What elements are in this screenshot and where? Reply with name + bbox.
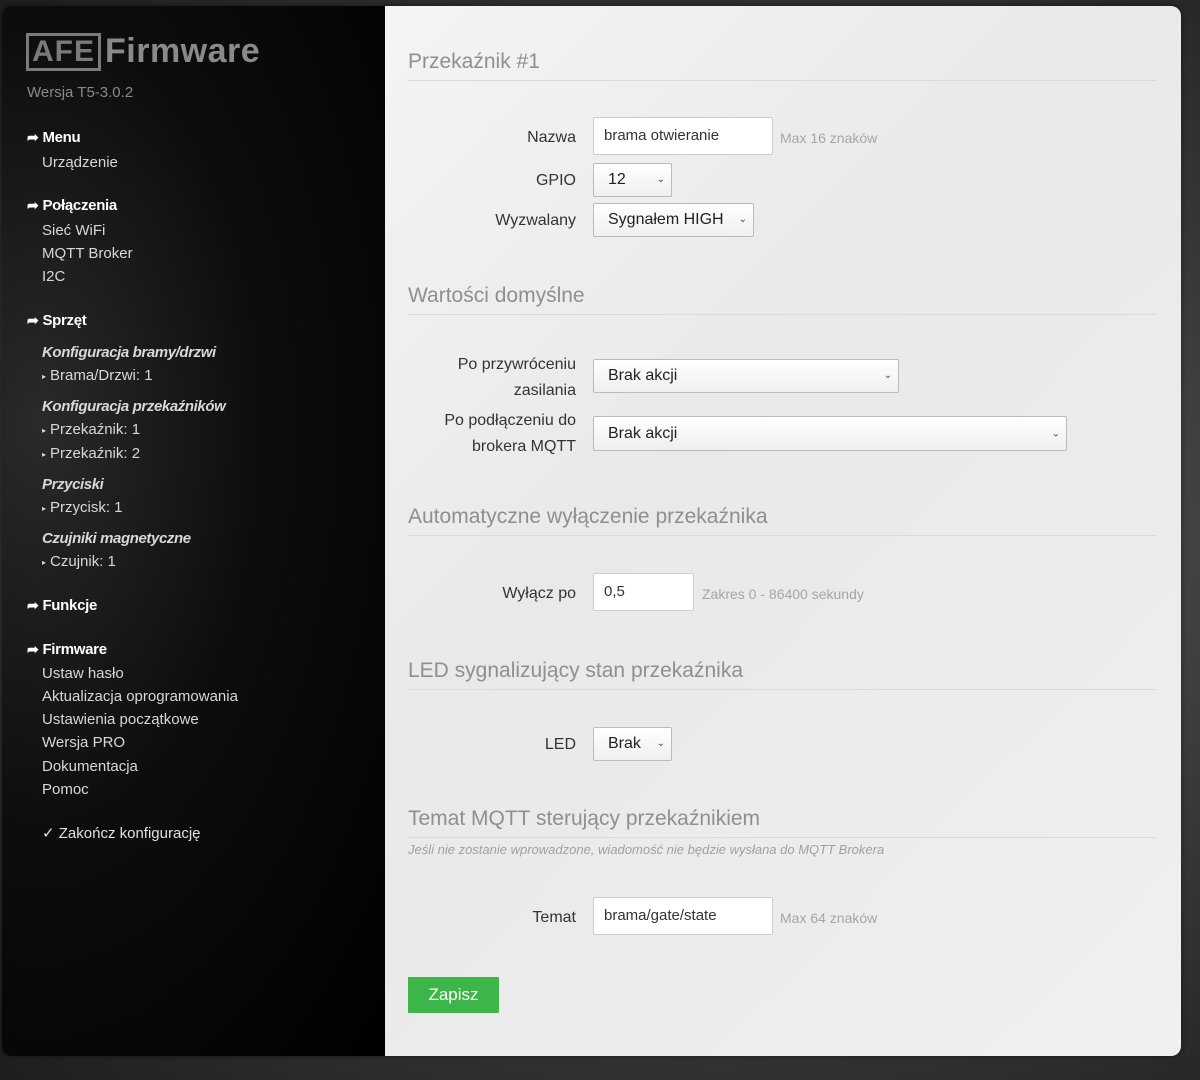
sidebar: AFE Firmware Wersja T5-3.0.2 ➦ Menu Urząd… [2, 6, 385, 1056]
mqtt-connect-select[interactable]: Brak akcji ⌄ [593, 416, 1067, 451]
off-after-label: Wyłącz po [502, 585, 576, 602]
arrow-right-icon: ➦ [27, 312, 39, 328]
chevron-down-icon: ⌄ [1051, 428, 1060, 439]
topic-hint: Max 64 znaków [780, 910, 878, 926]
sidebar-item-relay-2[interactable]: ▸ Przekaźnik: 2 [42, 445, 140, 462]
arrow-right-icon: ➦ [27, 129, 39, 145]
sidebar-item-docs[interactable]: Dokumentacja [42, 758, 138, 775]
version-label: Wersja T5-3.0.2 [27, 84, 134, 101]
sidebar-sub-sensors: Czujniki magnetyczne [42, 530, 191, 547]
sidebar-sub-buttons: Przyciski [42, 476, 104, 493]
sidebar-item-update[interactable]: Aktualizacja oprogramowania [42, 688, 238, 705]
topic-input[interactable]: brama/gate/state [593, 897, 773, 935]
mqtt-topic-note: Jeśli nie zostanie wprowadzone, wiadomoś… [408, 842, 885, 857]
triangle-bullet-icon: ▸ [42, 503, 47, 513]
app-window: AFE Firmware Wersja T5-3.0.2 ➦ Menu Urząd… [2, 6, 1181, 1056]
trigger-label: Wyzwalany [495, 212, 576, 229]
sidebar-sub-gate-config: Konfiguracja bramy/drzwi [42, 344, 216, 361]
logo-box: AFE [26, 32, 101, 71]
name-label: Nazwa [527, 129, 576, 146]
triangle-bullet-icon: ▸ [42, 371, 47, 381]
triangle-bullet-icon: ▸ [42, 449, 47, 459]
arrow-right-icon: ➦ [27, 641, 39, 657]
off-after-hint: Zakres 0 - 86400 sekundy [702, 586, 864, 602]
chevron-down-icon: ⌄ [656, 738, 665, 749]
section-title-relay: Przekaźnik #1 [408, 50, 1156, 81]
triangle-bullet-icon: ▸ [42, 425, 47, 435]
sidebar-item-wifi[interactable]: Sieć WiFi [42, 222, 105, 239]
off-after-input[interactable]: 0,5 [593, 573, 694, 611]
check-icon: ✓ [42, 825, 55, 842]
finish-config-link[interactable]: ✓ Zakończ konfigurację [42, 824, 201, 842]
sidebar-item-button-1[interactable]: ▸ Przycisk: 1 [42, 499, 123, 516]
nav-head-connections[interactable]: ➦ Połączenia [27, 197, 117, 214]
sidebar-item-gate-1[interactable]: ▸ Brama/Drzwi: 1 [42, 367, 153, 384]
logo-text: Firmware [105, 32, 261, 70]
name-hint: Max 16 znaków [780, 130, 878, 146]
sidebar-sub-relay-config: Konfiguracja przekaźników [42, 398, 226, 415]
arrow-right-icon: ➦ [27, 597, 39, 613]
section-title-auto-off: Automatyczne wyłączenie przekaźnika [408, 505, 1156, 536]
sidebar-item-device[interactable]: Urządzenie [42, 154, 118, 171]
sidebar-item-initial-settings[interactable]: Ustawienia początkowe [42, 711, 199, 728]
section-title-led: LED sygnalizujący stan przekaźnika [408, 659, 1156, 690]
triangle-bullet-icon: ▸ [42, 557, 47, 567]
logo: AFE Firmware [26, 32, 260, 71]
section-title-mqtt-topic: Temat MQTT sterujący przekaźnikiem [408, 807, 1156, 838]
led-select[interactable]: Brak ⌄ [593, 727, 672, 761]
gpio-select[interactable]: 12 ⌄ [593, 163, 672, 197]
nav-head-firmware[interactable]: ➦ Firmware [27, 641, 107, 658]
nav-head-hardware[interactable]: ➦ Sprzęt [27, 312, 87, 329]
nav-head-menu[interactable]: ➦ Menu [27, 129, 81, 146]
sidebar-item-i2c[interactable]: I2C [42, 268, 65, 285]
sidebar-item-set-password[interactable]: Ustaw hasło [42, 665, 124, 682]
gpio-label: GPIO [535, 172, 576, 189]
nav-head-functions[interactable]: ➦ Funkcje [27, 597, 97, 614]
sidebar-item-help[interactable]: Pomoc [42, 781, 89, 798]
chevron-down-icon: ⌄ [738, 214, 747, 225]
chevron-down-icon: ⌄ [883, 370, 892, 381]
section-title-defaults: Wartości domyślne [408, 284, 1156, 315]
power-restore-label: Po przywróceniu zasilania [457, 356, 576, 399]
name-input[interactable]: brama otwieranie [593, 117, 773, 155]
power-restore-select[interactable]: Brak akcji ⌄ [593, 359, 899, 393]
main-content: Przekaźnik #1 Nazwa brama otwieranie Max… [385, 6, 1181, 1056]
topic-label: Temat [532, 909, 576, 926]
arrow-right-icon: ➦ [27, 197, 39, 213]
chevron-down-icon: ⌄ [656, 174, 665, 185]
led-label: LED [544, 736, 576, 753]
sidebar-item-relay-1[interactable]: ▸ Przekaźnik: 1 [42, 421, 140, 438]
mqtt-connect-label: Po podłączeniu do brokera MQTT [444, 412, 576, 455]
sidebar-item-sensor-1[interactable]: ▸ Czujnik: 1 [42, 553, 116, 570]
save-button[interactable]: Zapisz [408, 977, 499, 1013]
trigger-select[interactable]: Sygnałem HIGH ⌄ [593, 203, 754, 237]
sidebar-item-pro[interactable]: Wersja PRO [42, 734, 125, 751]
sidebar-item-mqtt-broker[interactable]: MQTT Broker [42, 245, 133, 262]
